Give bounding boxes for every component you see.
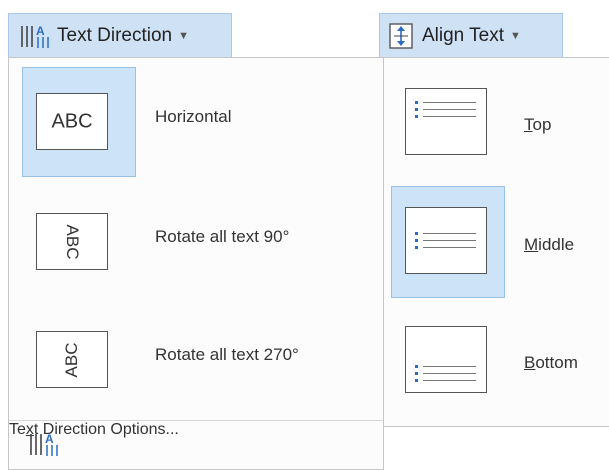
menu-item-label: Top [524, 115, 552, 134]
align-text-button[interactable]: Align Text ▼ [379, 13, 563, 57]
chevron-down-icon: ▼ [510, 29, 521, 42]
svg-text:A: A [45, 432, 54, 446]
align-bottom-icon [415, 365, 476, 382]
text-direction-label: Text Direction [57, 24, 173, 46]
svg-text:A: A [36, 24, 45, 38]
menu-item-label: Middle [524, 235, 575, 254]
chevron-down-icon: ▼ [178, 29, 189, 42]
align-middle-preview [405, 207, 487, 274]
menu-item-rotate-270[interactable]: ABC Rotate all text 270° [9, 296, 383, 414]
preview-text: ABC [51, 110, 93, 132]
horizontal-preview: ABC [36, 93, 108, 150]
menu-item-label: Rotate all text 90° [155, 227, 290, 246]
menu-item-label: Horizontal [155, 107, 232, 126]
menu-item-label: Rotate all text 270° [155, 345, 299, 364]
menu-item-rotate-90[interactable]: ABC Rotate all text 90° [9, 178, 383, 296]
align-text-menu: Top Middle Bottom [383, 57, 609, 427]
menu-item-bottom[interactable]: Bottom [384, 304, 608, 422]
align-middle-icon [415, 232, 476, 249]
menu-item-horizontal[interactable]: ABC Horizontal [9, 58, 383, 177]
align-bottom-preview [405, 326, 487, 393]
align-top-preview [405, 88, 487, 155]
preview-text: ABC [63, 224, 82, 259]
text-direction-menu: ABC Horizontal ABC Rotate all text 90° A… [8, 57, 384, 470]
preview-text: ABC [62, 342, 81, 377]
text-direction-icon: A [21, 24, 49, 48]
align-text-icon [389, 22, 413, 49]
menu-item-top[interactable]: Top [384, 66, 608, 184]
align-top-icon [415, 101, 476, 118]
text-direction-options[interactable]: A Text Direction Options... [9, 421, 383, 469]
menu-item-label: Bottom [524, 353, 578, 372]
rotate-90-preview: ABC [36, 213, 108, 270]
text-direction-icon: A [30, 432, 58, 456]
rotate-270-preview: ABC [36, 331, 108, 388]
toolbar: A Text Direction ▼ Align Text ▼ [0, 0, 609, 60]
align-text-label: Align Text [422, 24, 505, 46]
menu-item-middle[interactable]: Middle [384, 186, 608, 304]
text-direction-button[interactable]: A Text Direction ▼ [8, 13, 232, 57]
